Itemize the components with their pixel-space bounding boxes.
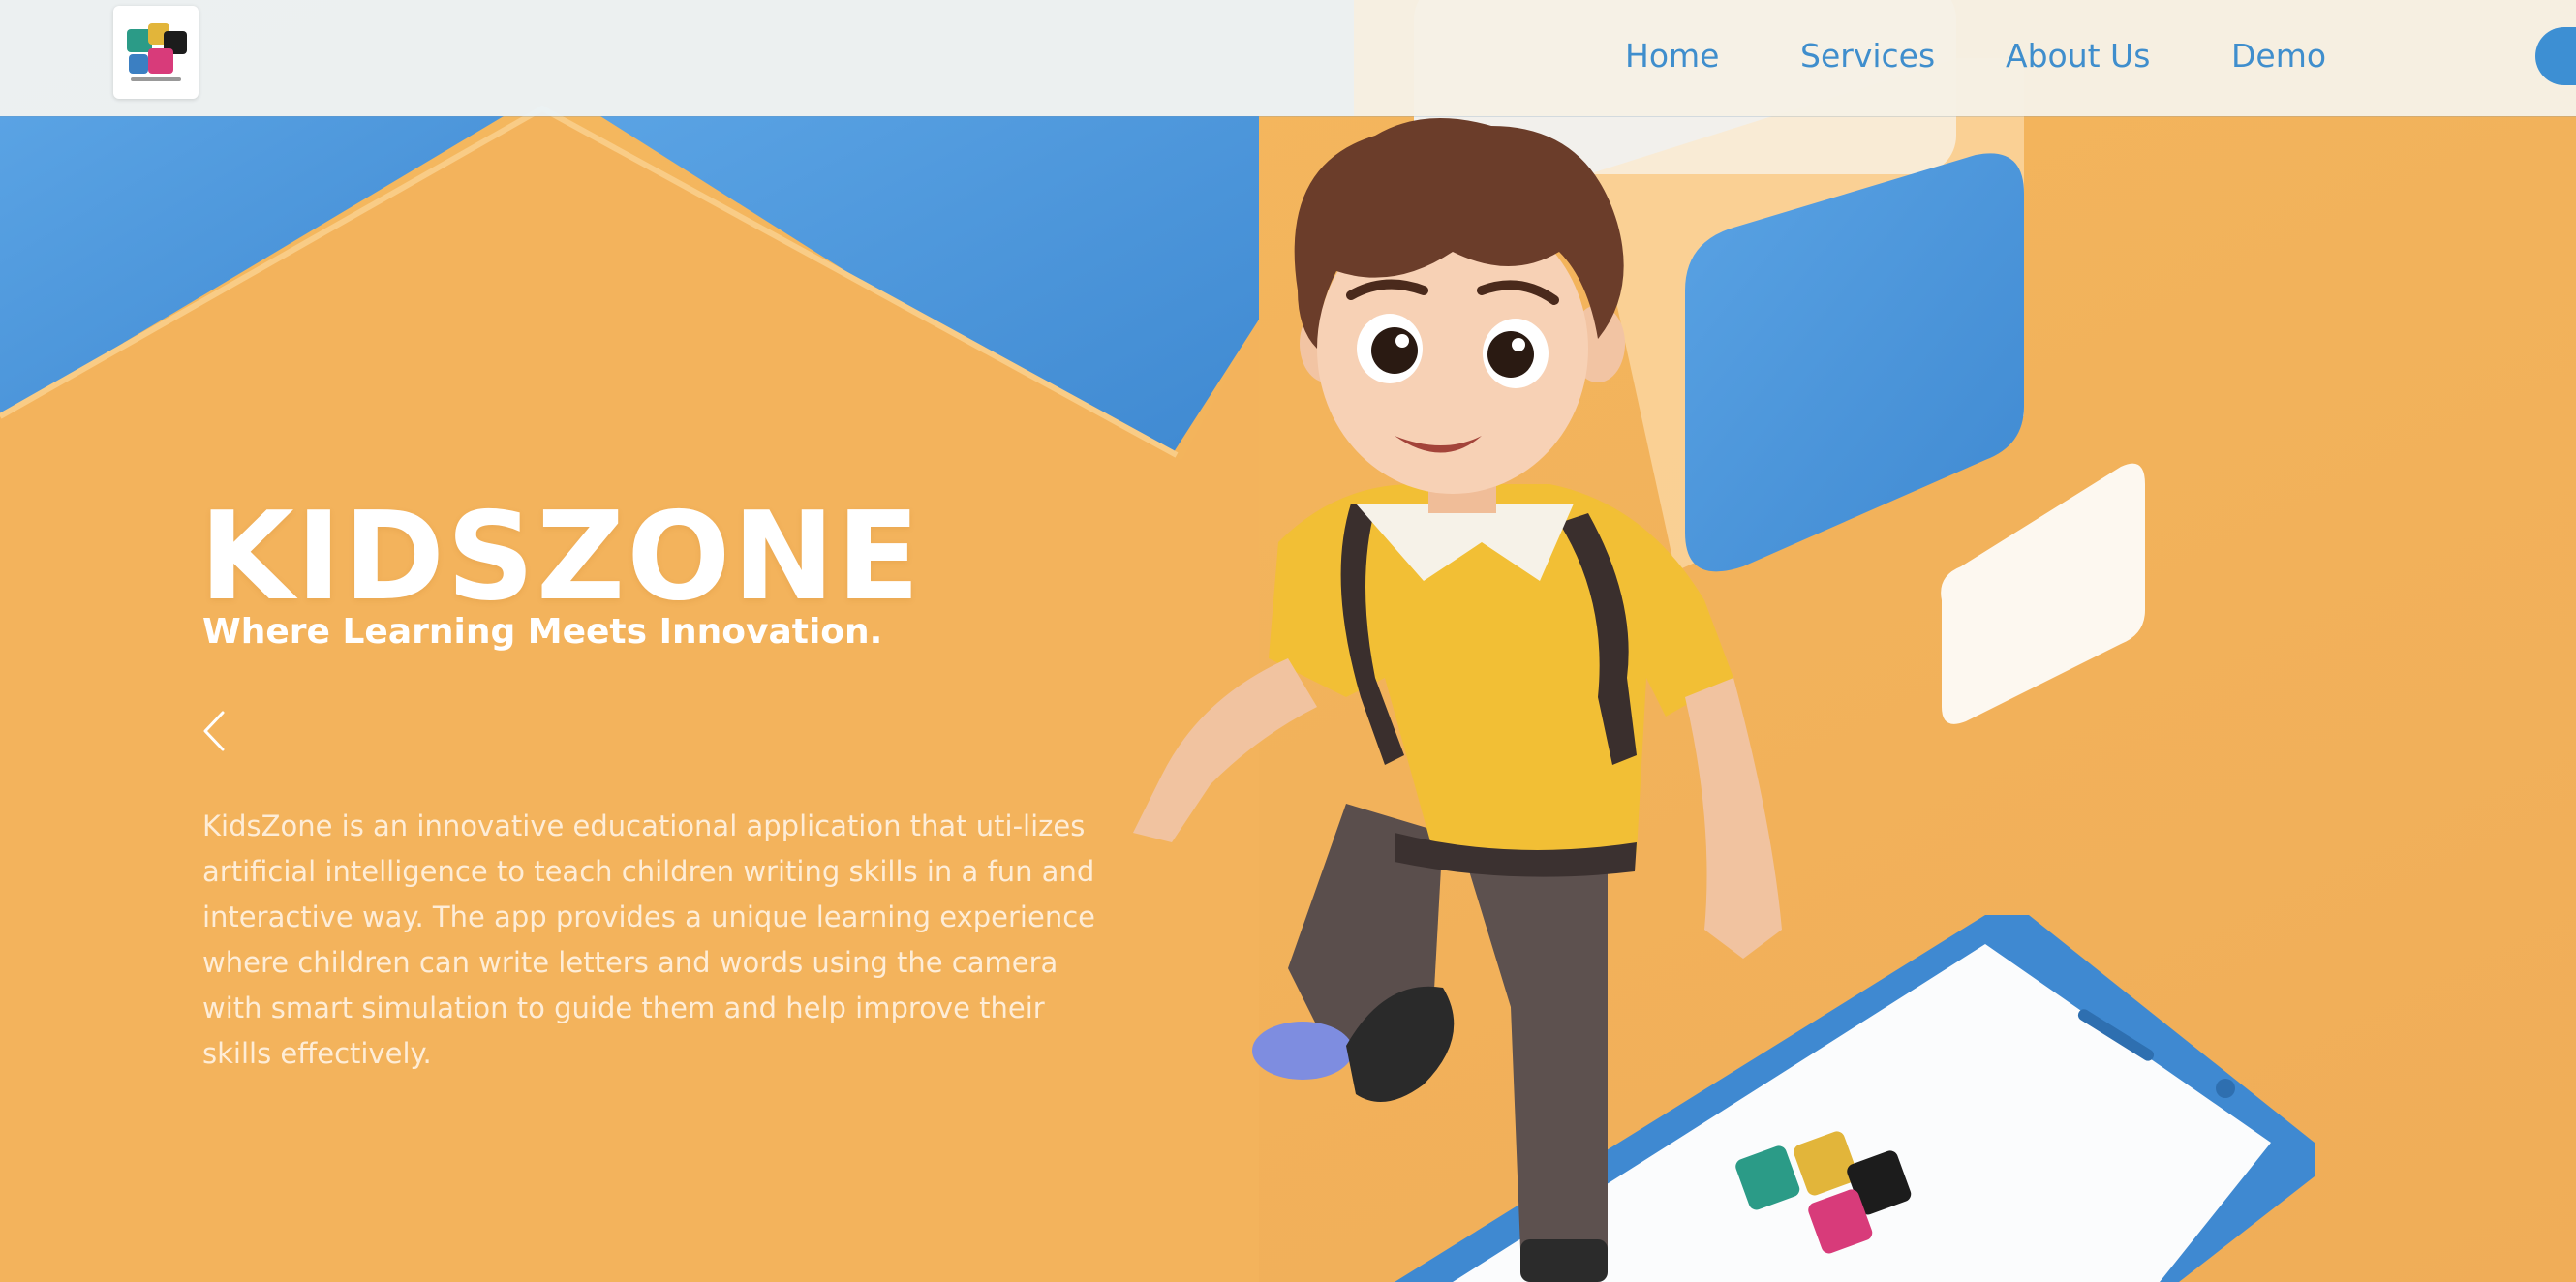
hero-description: KidsZone is an innovative educational ap… (202, 809, 1095, 1070)
nav-home[interactable]: Home (1625, 33, 1719, 79)
blue-block-left (0, 105, 1259, 1282)
nav-demo[interactable]: Demo (2231, 33, 2326, 79)
nav-about-us[interactable]: About Us (2006, 33, 2150, 79)
nav-services[interactable]: Services (1800, 33, 1935, 79)
nav-links: Home Services About Us Demo (0, 0, 2576, 116)
hero-tagline: Where Learning Meets Innovation. (202, 612, 883, 652)
chevron-left-icon[interactable] (196, 707, 234, 755)
top-navbar: Home Services About Us Demo (0, 0, 2576, 116)
